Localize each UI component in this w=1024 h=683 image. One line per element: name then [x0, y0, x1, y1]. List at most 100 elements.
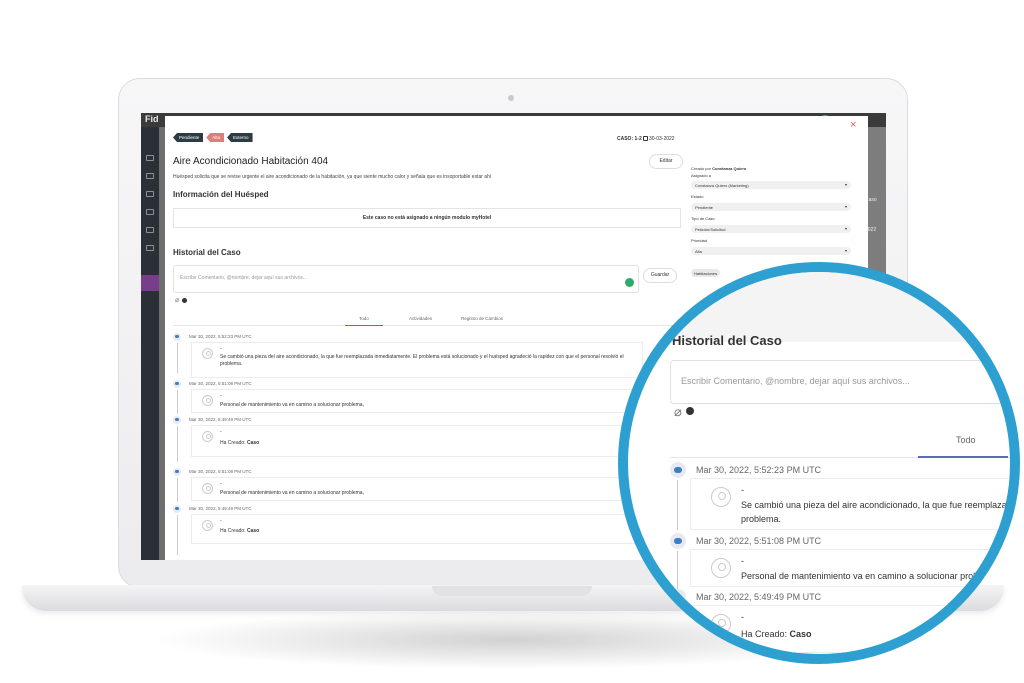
created-by-label: Creado por [691, 166, 712, 171]
chevron-down-icon: ▾ [844, 248, 847, 253]
state-value: Pendiente [695, 205, 714, 210]
laptop-notch [432, 586, 592, 596]
type-label: Tipo de Caso [691, 216, 715, 221]
priority-label: Prioridad [691, 238, 708, 243]
monitor-icon[interactable] [146, 209, 154, 215]
history-tabs: Todo Actividades Registro de Cambios [173, 312, 681, 326]
case-date-text: 30-03-2022 [649, 136, 675, 142]
zoom-history-heading: Historial del Caso [672, 333, 782, 348]
assigned-value: Constanza Quiero (Marketing) [695, 183, 749, 188]
tab-all[interactable]: Todo [359, 316, 369, 321]
type-value: Petición/Solicitud [695, 227, 726, 232]
chevron-down-icon: ▾ [844, 226, 847, 231]
history-text: Se cambió una pieza del aire acondiciona… [220, 354, 624, 360]
timeline-line [177, 426, 178, 462]
zoom-history-date: Mar 30, 2022, 5:51:08 PM UTC [696, 536, 822, 546]
priority-tag: Alta [206, 133, 225, 142]
history-card: - Personal de mantenimiento va en camino… [191, 477, 643, 501]
history-card: - Se cambió una pieza del aire acondicio… [191, 342, 643, 378]
history-text-cont: problema. [220, 361, 243, 367]
avatar [202, 483, 213, 494]
comment-icon [670, 533, 686, 549]
assigned-select[interactable]: Constanza Quiero (Marketing) ▾ [691, 181, 851, 189]
zoom-history-card: - Personal de mantenimiento va en camino… [690, 549, 1010, 587]
cases-icon[interactable] [146, 173, 154, 179]
comment-icon [670, 462, 686, 478]
timeline-line [177, 478, 178, 502]
zoom-magnifier: Historial del Caso Escribir Comentario, … [618, 262, 1020, 664]
history-author: - [220, 429, 222, 435]
zoom-tab-underline [918, 456, 1008, 458]
attachment-icon[interactable]: ⌀ [175, 296, 179, 304]
state-select[interactable]: Pendiente ▾ [691, 203, 851, 211]
history-date: Mar 30, 2022, 5:49:49 PM UTC [189, 417, 252, 422]
close-icon[interactable]: × [850, 120, 856, 131]
zoom-history-text: Ha Creado: Caso [741, 628, 812, 640]
history-date: Mar 30, 2022, 5:51:08 PM UTC [189, 381, 252, 386]
zoom-history-date: Mar 30, 2022, 5:52:23 PM UTC [696, 465, 822, 475]
priority-select[interactable]: Alta ▾ [691, 247, 851, 255]
history-text: Ha Creado: Caso [220, 528, 259, 535]
comment-icon [173, 468, 181, 476]
zoom-history-author: - [741, 485, 744, 495]
active-tab-underline [345, 325, 383, 326]
stage: Fid Caso 2022 × Pendiente Alta Externo C… [0, 0, 1024, 683]
zoom-history-card: - Ha Creado: Caso [690, 605, 1010, 653]
case-title: Aire Acondicionado Habitación 404 [173, 156, 329, 167]
zoom-tab-all[interactable]: Todo [956, 435, 976, 445]
status-tag: Pendiente [173, 133, 204, 142]
laptop-camera [508, 95, 514, 101]
zoom-history-text: Se cambió una pieza del aire acondiciona… [741, 500, 1020, 510]
guest-info-heading: Información del Huésped [173, 190, 269, 199]
zoom-tabs: Todo [670, 422, 1010, 458]
tab-activities[interactable]: Actividades [409, 316, 432, 321]
comment-icon [173, 333, 181, 341]
history-text: Personal de mantenimiento va en camino a… [220, 402, 364, 408]
avatar [202, 348, 213, 359]
timeline-line [177, 390, 178, 414]
zoom-content: Historial del Caso Escribir Comentario, … [628, 272, 1020, 654]
activity-icon [670, 589, 686, 605]
chat-icon[interactable] [146, 227, 154, 233]
history-author: - [220, 481, 222, 487]
avatar [202, 431, 213, 442]
edit-button[interactable]: Editar [649, 154, 683, 169]
history-author: - [220, 518, 222, 524]
case-date: 30-03-2022 [643, 136, 675, 142]
zoom-attachment-icon[interactable]: ⌀ [674, 404, 682, 420]
timeline-line [177, 343, 178, 373]
zoom-history-author: - [741, 612, 744, 622]
activity-icon [173, 505, 181, 513]
zoom-info-icon[interactable] [686, 407, 694, 415]
history-heading: Historial del Caso [173, 248, 241, 257]
type-select[interactable]: Petición/Solicitud ▾ [691, 225, 851, 233]
history-card: - Ha Creado: Caso [191, 425, 643, 457]
timeline-line [177, 515, 178, 555]
info-icon[interactable] [182, 298, 187, 303]
zoom-history-text-prefix: Ha Creado: [741, 629, 790, 639]
reports-icon[interactable] [146, 191, 154, 197]
history-date: Mar 30, 2022, 5:52:23 PM UTC [189, 334, 252, 339]
home-icon[interactable] [146, 155, 154, 161]
history-text-object: Caso [246, 528, 260, 534]
history-text-prefix: Ha Creado: [220, 440, 247, 446]
document-icon[interactable] [146, 245, 154, 251]
avatar [202, 395, 213, 406]
zoom-history-card: - Se cambió una pieza del aire acondicio… [690, 478, 1020, 530]
sidebar-active-item[interactable] [141, 275, 159, 291]
history-card: - Ha Creado: Caso [191, 514, 643, 544]
zoom-history-date: Mar 30, 2022, 5:49:49 PM UTC [696, 592, 822, 602]
comment-icon [173, 380, 181, 388]
assigned-label: Asignado a [691, 173, 712, 178]
chevron-down-icon: ▾ [844, 182, 847, 187]
zoom-comment-input[interactable]: Escribir Comentario, @nombre, dejar aquí… [670, 360, 1010, 404]
created-by: Creado por Constanza Quiero [691, 166, 746, 171]
history-date: Mar 30, 2022, 5:51:08 PM UTC [189, 469, 252, 474]
tab-changelog[interactable]: Registro de Cambios [461, 316, 503, 321]
created-by-value: Constanza Quiero [712, 166, 747, 171]
app-brand: Fid [145, 114, 159, 124]
comment-input[interactable]: Escribir Comentario, @nombre, dejar aquí… [173, 265, 639, 293]
history-text-object: Caso [246, 440, 260, 446]
app-sidebar [141, 127, 159, 560]
case-description: Huésped solicita que se revise urgente e… [173, 174, 492, 180]
